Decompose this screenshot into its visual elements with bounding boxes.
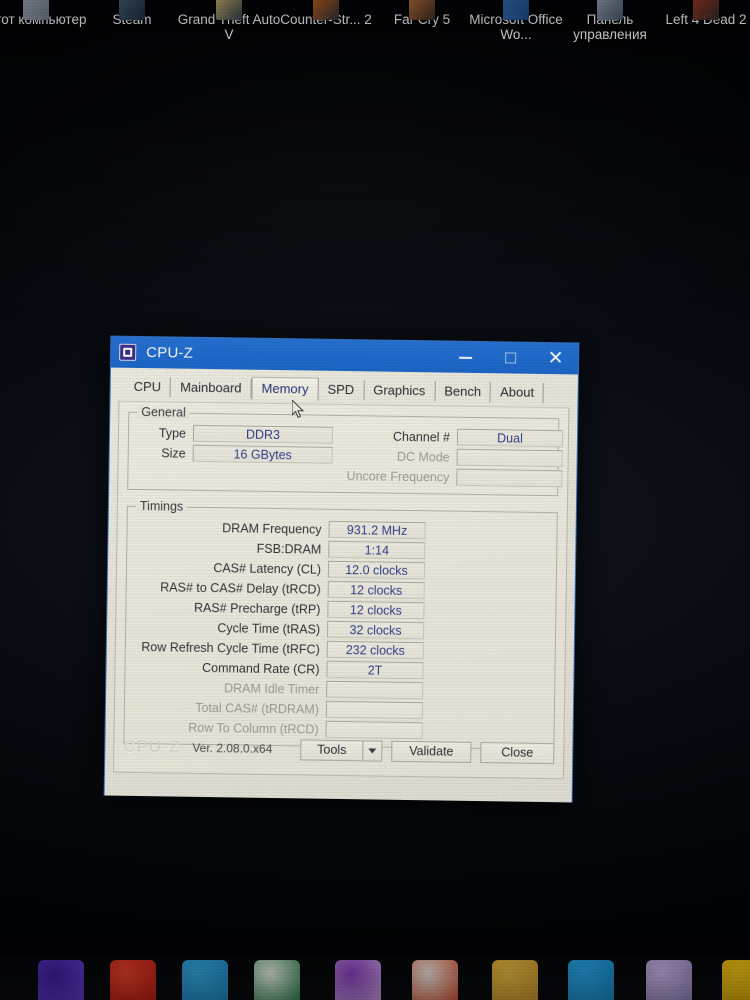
tab-memory[interactable]: Memory xyxy=(251,376,319,401)
field-value: 931.2 MHz xyxy=(328,520,426,540)
field-label: Command Rate (CR) xyxy=(202,660,320,677)
general-group-legend: General xyxy=(137,404,190,420)
desktop-icon-row: Этот компьютерSteamGrand Theft Auto VCou… xyxy=(0,0,750,60)
minimize-button[interactable] xyxy=(443,341,488,373)
validate-button[interactable]: Validate xyxy=(391,740,472,763)
field-value: 12.0 clocks xyxy=(327,560,426,580)
field-label: Row Refresh Cycle Time (tRFC) xyxy=(141,639,320,657)
general-right-column: Channel # Dual DC Mode Uncore Frequency xyxy=(332,426,564,489)
counter-strike-2-shortcut-icon xyxy=(313,0,339,20)
desktop-icon-6[interactable]: Панель управления xyxy=(556,0,664,42)
desktop-icon-0[interactable]: Этот компьютер xyxy=(0,0,90,27)
desktop-icon-5[interactable]: Microsoft Office Wo... xyxy=(462,0,570,42)
field-label: DRAM Frequency xyxy=(222,520,322,537)
field-value xyxy=(325,700,424,720)
steam-shortcut-icon xyxy=(119,0,145,20)
wmp-media-icon[interactable] xyxy=(646,960,692,1000)
field-row: DC Mode xyxy=(339,446,563,468)
field-value: 2T xyxy=(326,660,424,680)
close-button[interactable]: Close xyxy=(480,741,555,764)
taskbar[interactable] xyxy=(0,958,750,1000)
field-value xyxy=(456,448,563,468)
timings-rows: DRAM Frequency 931.2 MHz FSB:DRAM 1:14 CAS# … xyxy=(131,517,551,742)
general-left-column: Type DDR3 Size 16 GBytes xyxy=(134,423,334,486)
window-controls: ✕ xyxy=(443,341,578,374)
field-value xyxy=(456,468,563,488)
tab-bench[interactable]: Bench xyxy=(435,381,492,403)
field-row: Type DDR3 xyxy=(135,423,334,445)
field-value: Dual xyxy=(456,428,564,448)
opera-browser-icon[interactable] xyxy=(110,960,156,1000)
field-value: 1:14 xyxy=(328,540,426,560)
field-value: 12 clocks xyxy=(327,600,425,620)
field-label: Total CAS# (tRDRAM) xyxy=(195,700,320,717)
footer-buttons: Tools Validate Close xyxy=(300,738,555,764)
desktop-icon-7[interactable]: Left 4 Dead 2 xyxy=(652,0,750,27)
tab-mainboard[interactable]: Mainboard xyxy=(170,377,252,399)
general-group: General Type DDR3 Size 16 GBytes Channel # D… xyxy=(127,404,564,497)
telegram-icon[interactable] xyxy=(182,960,228,1000)
tab-spd[interactable]: SPD xyxy=(318,379,365,401)
microsoft-word-shortcut-icon xyxy=(503,0,529,20)
field-row: Channel # Dual xyxy=(339,426,564,448)
photos-app-icon[interactable] xyxy=(38,960,84,1000)
desktop-icon-2[interactable]: Grand Theft Auto V xyxy=(175,0,283,42)
field-label: DC Mode xyxy=(396,449,450,465)
desktop-icon-1[interactable]: Steam xyxy=(78,0,186,27)
maximize-button[interactable] xyxy=(488,342,533,374)
desktop-icon-3[interactable]: Counter-Str... 2 xyxy=(272,0,380,27)
field-label: CAS# Latency (CL) xyxy=(213,560,322,577)
notepad-document-icon[interactable] xyxy=(492,960,538,1000)
field-label: Size xyxy=(161,445,186,461)
control-panel-icon xyxy=(597,0,623,20)
field-value: DDR3 xyxy=(192,424,334,444)
desktop-screen: Этот компьютерSteamGrand Theft Auto VCou… xyxy=(0,0,750,1000)
field-label: Cycle Time (tRAS) xyxy=(217,620,321,637)
cpu-chip-icon xyxy=(119,343,137,361)
cpuz-brand-watermark: CPU-Z xyxy=(123,736,181,757)
field-label: FSB:DRAM xyxy=(256,541,322,557)
field-label: Channel # xyxy=(392,429,451,445)
field-label: DRAM Idle Timer xyxy=(223,680,320,697)
field-value: 232 clocks xyxy=(326,640,424,660)
field-value xyxy=(326,680,424,700)
this-pc-icon xyxy=(23,0,49,20)
field-label: RAS# Precharge (tRP) xyxy=(193,600,321,617)
field-value: 12 clocks xyxy=(327,580,425,600)
teamviewer-icon[interactable] xyxy=(568,960,614,1000)
cpuz-window[interactable]: CPU-Z ✕ CPU Mainboard Memory SPD Graphics Ben… xyxy=(103,335,580,803)
field-label: Type xyxy=(158,425,187,441)
close-window-button[interactable]: ✕ xyxy=(533,343,578,375)
field-label: RAS# to CAS# Delay (tRCD) xyxy=(160,579,321,597)
tab-graphics[interactable]: Graphics xyxy=(364,380,436,402)
window-title: CPU-Z xyxy=(146,344,194,362)
field-row: Size 16 GBytes xyxy=(135,443,333,465)
field-value: 16 GBytes xyxy=(192,444,333,464)
timings-group: Timings DRAM Frequency 931.2 MHz FSB:DRAM 1… xyxy=(123,498,558,751)
avast-antivirus-icon[interactable] xyxy=(722,960,750,1000)
far-cry-5-shortcut-icon xyxy=(409,0,435,20)
tools-button[interactable]: Tools xyxy=(300,738,363,761)
left-4-dead-2-shortcut-icon xyxy=(693,0,719,20)
itunes-icon[interactable] xyxy=(335,960,381,1000)
field-label: Uncore Frequency xyxy=(346,468,450,485)
desktop-icon-4[interactable]: Far Cry 5 xyxy=(368,0,476,27)
memory-tab-panel: General Type DDR3 Size 16 GBytes Channel # D… xyxy=(112,400,570,780)
tab-bar: CPU Mainboard Memory SPD Graphics Bench About xyxy=(119,375,570,404)
microsoft-powerpoint-icon[interactable] xyxy=(412,960,458,1000)
gta-v-shortcut-icon xyxy=(216,0,242,20)
timings-group-legend: Timings xyxy=(135,498,188,514)
field-value: 32 clocks xyxy=(326,620,425,640)
tab-cpu[interactable]: CPU xyxy=(124,376,172,398)
tab-about[interactable]: About xyxy=(490,382,545,403)
microsoft-excel-icon[interactable] xyxy=(254,960,300,1000)
version-label: Ver. 2.08.0.x64 xyxy=(192,740,273,756)
window-client-area: CPU Mainboard Memory SPD Graphics Bench About … xyxy=(104,367,578,803)
window-footer: CPU-Z Ver. 2.08.0.x64 Tools Validate Clo… xyxy=(123,728,555,772)
field-row: Uncore Frequency xyxy=(338,466,563,488)
chevron-down-icon[interactable] xyxy=(362,739,383,762)
